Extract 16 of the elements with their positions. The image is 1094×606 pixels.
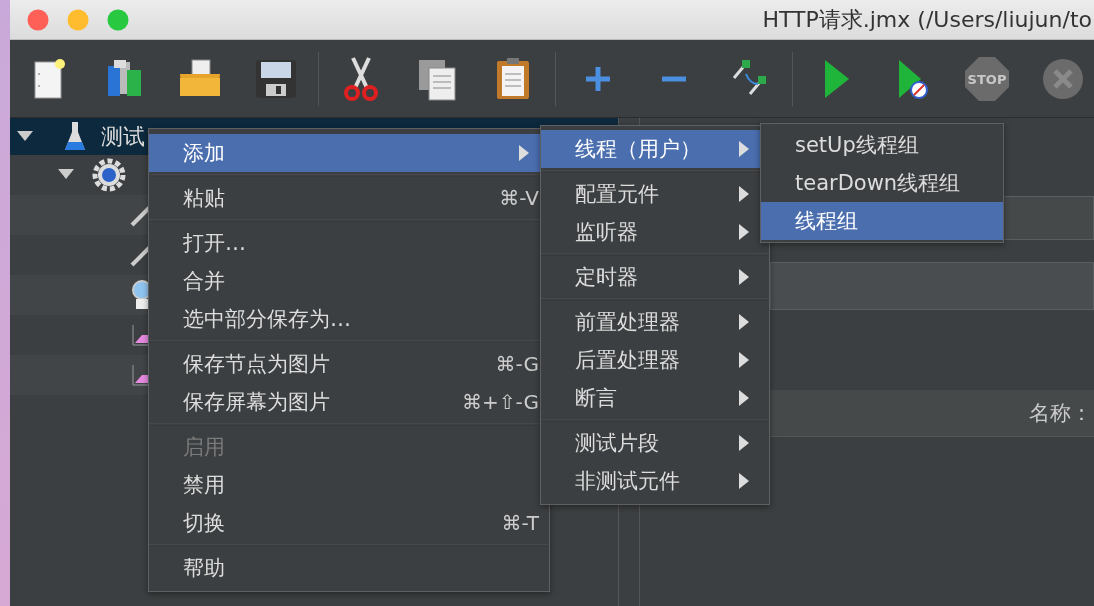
input-field[interactable] (770, 262, 1094, 310)
menu-item[interactable]: 定时器 (541, 258, 769, 296)
menu-item[interactable]: 后置处理器 (541, 341, 769, 379)
gear-icon (92, 158, 126, 192)
expand-arrow-icon[interactable] (17, 130, 33, 143)
menu-item[interactable]: 非测试元件 (541, 462, 769, 500)
menu-item[interactable]: 前置处理器 (541, 303, 769, 341)
tree-item-label[interactable]: 测试 (101, 121, 145, 152)
menu-item[interactable]: 测试片段 (541, 424, 769, 462)
window-title: HTTP请求.jmx (/Users/liujun/to (762, 5, 1092, 34)
column-header: 名称： (1029, 400, 1092, 427)
menu-item[interactable]: 线程组 (761, 202, 1003, 240)
menu-item[interactable]: 切换 ⌘-T (149, 504, 549, 542)
expand-arrow-icon[interactable] (58, 169, 74, 181)
menu-item[interactable]: 帮助 (149, 549, 549, 587)
menu-item[interactable]: 断言 (541, 379, 769, 417)
